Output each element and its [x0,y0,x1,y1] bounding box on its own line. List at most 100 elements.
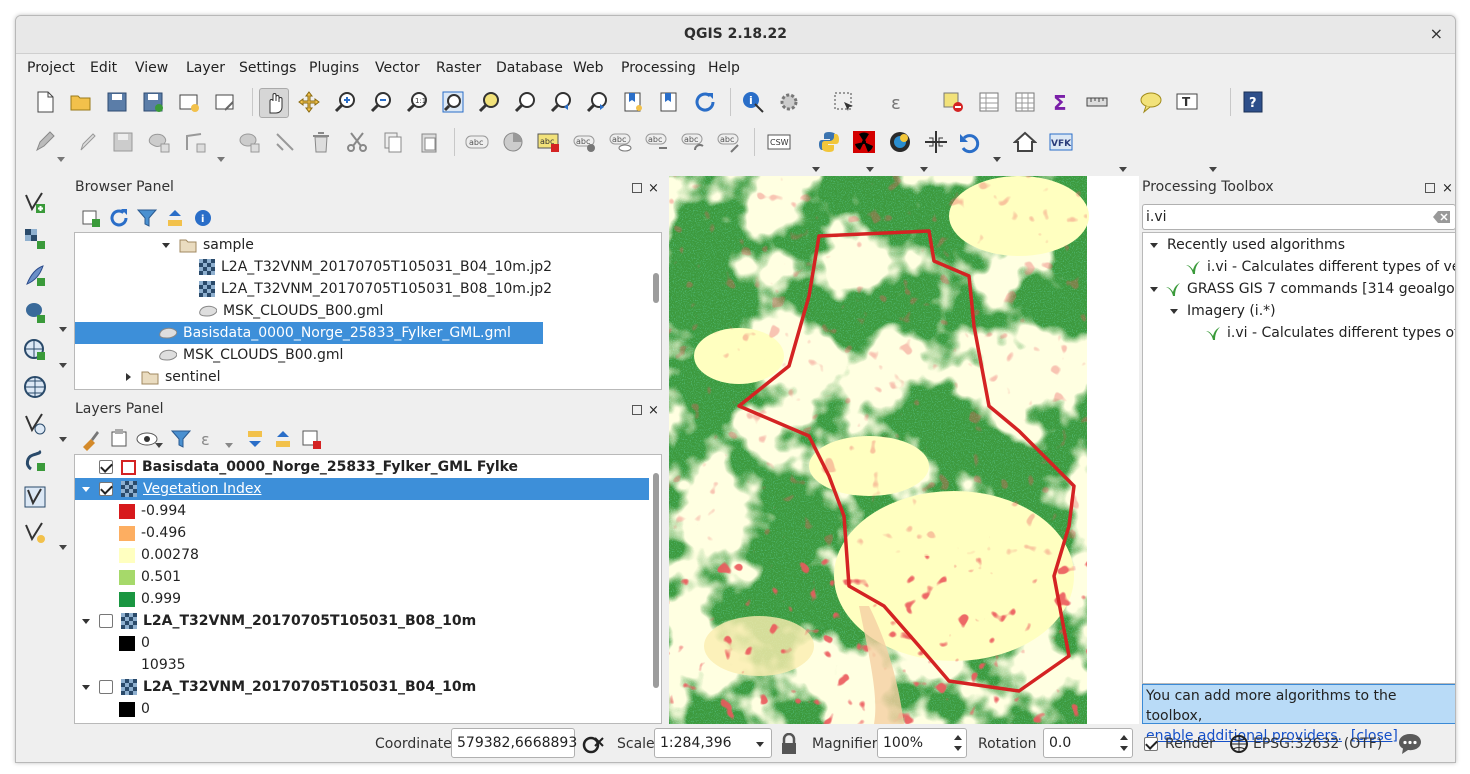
add-wfs-layer-icon[interactable] [22,411,48,437]
toggle-extents-icon[interactable] [582,734,606,756]
lock-scale-icon[interactable] [780,733,798,755]
show-bookmarks-icon[interactable] [656,89,682,115]
chevron-down-icon[interactable] [1149,240,1159,250]
radiation-plugin-icon[interactable] [851,129,877,155]
change-label-icon[interactable]: abc [716,129,742,155]
menu-plugins[interactable]: Plugins [309,60,359,76]
menu-database[interactable]: Database [496,60,563,76]
scale-combobox[interactable]: 1:284,396 [654,728,772,758]
new-shapefile-layer-icon[interactable] [22,520,48,546]
collapse-all-icon[interactable] [162,205,188,231]
undo-plugin-icon[interactable] [957,129,983,155]
zoom-out-icon[interactable] [368,89,394,115]
chevron-down-icon[interactable] [58,434,68,444]
chevron-down-icon[interactable] [1169,306,1179,316]
move-label-icon[interactable]: abc [644,129,670,155]
browser-item-sentinel[interactable]: sentinel [123,366,221,388]
layer-labeling-icon[interactable]: abc [536,129,562,155]
chevron-down-icon[interactable] [216,154,226,164]
move-feature-icon[interactable] [236,129,262,155]
identify-features-icon[interactable]: i [740,89,766,115]
add-virtual-layer-icon[interactable] [22,484,48,510]
save-project-icon[interactable] [104,89,130,115]
chevron-down-icon[interactable] [81,682,91,692]
close-icon[interactable]: × [1430,24,1443,43]
zoom-to-layer-icon[interactable] [512,89,538,115]
menu-layer[interactable]: Layer [186,60,225,76]
menu-processing[interactable]: Processing [621,60,696,76]
browser-item-msk-clouds[interactable]: MSK_CLOUDS_B00.gml [199,300,383,322]
toolbox-search-input[interactable]: i.vi [1142,204,1455,230]
spin-arrows-icon[interactable] [1119,732,1129,754]
messages-icon[interactable] [1397,732,1423,756]
chevron-down-icon[interactable] [1118,164,1128,174]
pan-to-selection-icon[interactable] [296,89,322,115]
menu-vector[interactable]: Vector [375,60,420,76]
add-feature-icon[interactable] [146,129,172,155]
home-icon[interactable] [1012,129,1038,155]
close-panel-icon[interactable]: × [648,181,659,196]
spin-arrows-icon[interactable] [953,732,963,754]
rotation-spinbox[interactable]: 0.0 [1043,728,1133,758]
add-wcs-layer-icon[interactable] [22,374,48,400]
rotate-label-icon[interactable]: abc [680,129,706,155]
chevron-down-icon[interactable] [224,440,234,450]
chevron-down-icon[interactable] [919,164,929,174]
browser-item-msk-clouds-2[interactable]: MSK_CLOUDS_B00.gml [159,344,343,366]
map-canvas[interactable] [669,176,1139,724]
delete-selected-icon[interactable] [308,129,334,155]
node-edit-icon[interactable] [272,129,298,155]
browser-item-sample[interactable]: sample [161,234,254,256]
diagram-options-icon[interactable] [500,129,526,155]
add-selected-layers-icon[interactable] [78,205,104,231]
map-tips-icon[interactable] [1138,89,1164,115]
new-project-icon[interactable] [32,89,58,115]
menu-raster[interactable]: Raster [436,60,481,76]
vfk-plugin-icon[interactable]: VFK [1048,129,1074,155]
chevron-down-icon[interactable] [1149,284,1159,294]
browser-item-basisdata[interactable]: Basisdata_0000_Norge_25833_Fylker_GML.gm… [75,322,543,344]
text-annotation-icon[interactable]: T [1174,89,1200,115]
add-spatialite-layer-icon[interactable] [22,263,48,289]
run-feature-action-icon[interactable] [776,89,802,115]
layer-visibility-checkbox[interactable] [99,460,113,474]
grass-plugin-icon[interactable] [887,129,913,155]
menu-view[interactable]: View [135,60,168,76]
composer-manager-icon[interactable] [212,89,238,115]
render-checkbox[interactable] [1144,737,1158,751]
chevron-down-icon[interactable] [1208,164,1218,174]
browser-item-b04[interactable]: L2A_T32VNM_20170705T105031_B04_10m.jp2 [199,256,552,278]
filter-by-expression-icon[interactable]: ε [196,426,222,452]
layer-visibility-checkbox[interactable] [99,614,113,628]
python-console-icon[interactable] [816,129,842,155]
properties-icon[interactable]: i [190,205,216,231]
remove-layer-icon[interactable] [298,426,324,452]
labeling-icon[interactable]: abc [464,129,490,155]
layer-styling-icon[interactable] [78,426,104,452]
browser-item-b08[interactable]: L2A_T32VNM_20170705T105031_B08_10m.jp2 [199,278,552,300]
paste-features-icon[interactable] [416,129,442,155]
browser-scrollbar[interactable] [653,273,659,303]
new-print-composer-icon[interactable] [176,89,202,115]
help-contents-icon[interactable]: ? [1240,89,1266,115]
chevron-down-icon[interactable] [755,739,765,749]
chevron-down-icon[interactable] [811,164,821,174]
crs-globe-icon[interactable] [1229,734,1249,754]
layer-b04[interactable]: L2A_T32VNM_20170705T105031_B04_10m [81,676,476,698]
close-panel-icon[interactable]: × [1442,181,1453,196]
add-wms-layer-icon[interactable] [22,337,48,363]
layers-scrollbar[interactable] [653,473,659,688]
save-edits-icon[interactable] [110,129,136,155]
chevron-right-icon[interactable] [123,372,133,382]
float-panel-icon[interactable] [632,405,642,415]
deselect-all-icon[interactable] [940,89,966,115]
node-tool-icon[interactable] [182,129,208,155]
layer-visibility-checkbox[interactable] [99,482,113,496]
chevron-down-icon[interactable] [161,240,171,250]
toolbox-imagery[interactable]: Imagery (i.*) [1169,300,1276,322]
refresh-icon[interactable] [692,89,718,115]
layer-visibility-checkbox[interactable] [99,680,113,694]
pin-labels-icon[interactable]: abc [572,129,598,155]
menu-settings[interactable]: Settings [239,60,296,76]
toolbox-item-ivi-recent[interactable]: i.vi - Calculates different types of ve.… [1185,256,1455,278]
